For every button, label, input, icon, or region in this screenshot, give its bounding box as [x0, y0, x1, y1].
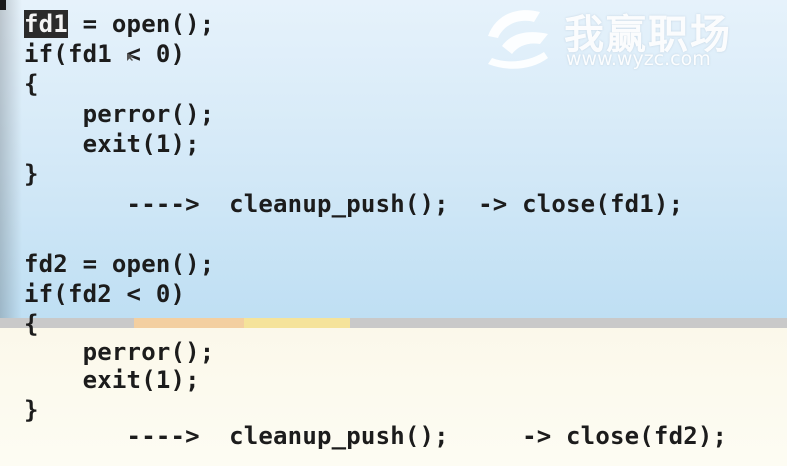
code-highlight: fd1 — [24, 10, 68, 38]
code-line-10[interactable]: { — [24, 310, 39, 338]
strip-segment — [244, 318, 350, 328]
code-line-8[interactable]: fd2 = open(); — [24, 250, 214, 278]
code-selection: = open( — [67, 10, 186, 38]
code-line-6[interactable]: } — [24, 160, 39, 188]
strip-segment — [350, 318, 787, 328]
watermark-logo-icon — [488, 10, 548, 69]
watermark: 我赢职场 www.wyzc.com — [478, 0, 740, 78]
code-line-12[interactable]: exit(1); — [24, 366, 200, 394]
window-divider-strip — [0, 318, 787, 328]
code-editor-screen: 我赢职场 www.wyzc.com fd1 = open(); if(fd1 <… — [0, 0, 787, 466]
mouse-pointer-icon — [127, 53, 134, 61]
strip-segment — [134, 318, 244, 328]
code-line-13[interactable]: } — [24, 396, 39, 424]
code-line-1[interactable]: fd1 = open(); — [24, 10, 214, 38]
code-text: ); — [185, 10, 215, 38]
text-cursor — [0, 0, 6, 10]
code-line-4[interactable]: perror(); — [24, 100, 215, 128]
code-line-2[interactable]: if(fd1 < 0) — [24, 40, 185, 68]
watermark-url: www.wyzc.com — [566, 48, 711, 70]
code-line-3[interactable]: { — [24, 70, 39, 98]
code-line-14[interactable]: ----> cleanup_push(); -> close(fd2); — [24, 422, 727, 450]
code-line-9[interactable]: if(fd2 < 0) — [24, 280, 185, 308]
code-line-7[interactable]: ----> cleanup_push(); -> close(fd1); — [24, 190, 683, 218]
code-line-11[interactable]: perror(); — [24, 338, 215, 366]
strip-segment — [0, 318, 134, 328]
code-line-5[interactable]: exit(1); — [24, 130, 200, 158]
